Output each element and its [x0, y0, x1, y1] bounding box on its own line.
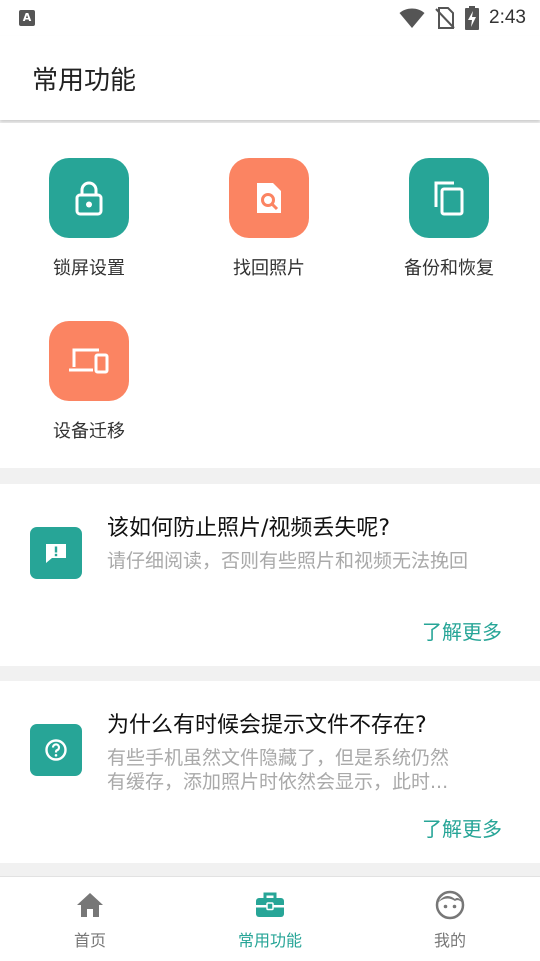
status-bar: A 2:43 — [0, 0, 540, 36]
nav-home[interactable]: 首页 — [0, 877, 180, 961]
learn-more-link[interactable]: 了解更多 — [422, 813, 502, 842]
feature-backup-restore[interactable]: 备份和恢复 — [379, 158, 519, 280]
nav-label: 我的 — [433, 931, 466, 950]
help-icon — [30, 724, 82, 776]
card-description-line2: 有缓存，添加照片时依然会显示，此时... — [107, 771, 449, 793]
feature-label: 找回照片 — [233, 258, 305, 279]
tip-card-file-missing[interactable]: 为什么有时候会提示文件不存在? 有些手机虽然文件隐藏了，但是系统仍然 有缓存，添… — [0, 681, 540, 863]
nav-label: 首页 — [73, 931, 106, 950]
notification-a-icon: A — [19, 10, 35, 26]
feature-device-migration[interactable]: 设备迁移 — [19, 321, 159, 443]
card-title: 为什么有时候会提示文件不存在? — [107, 713, 427, 738]
feature-label: 设备迁移 — [53, 421, 125, 442]
card-description-line1: 有些手机虽然文件隐藏了，但是系统仍然 — [107, 747, 450, 769]
feature-recover-photos[interactable]: 找回照片 — [199, 158, 339, 280]
tip-card-prevent-loss[interactable]: 该如何防止照片/视频丢失呢? 请仔细阅读，否则有些照片和视频无法挽回 了解更多 — [0, 484, 540, 666]
app-bar: 常用功能 — [0, 36, 540, 120]
wifi-icon — [399, 8, 425, 28]
page-title: 常用功能 — [32, 66, 137, 96]
no-sim-icon — [435, 7, 455, 29]
home-icon — [77, 893, 103, 917]
bottom-navigation: 首页 常用功能 我的 — [0, 876, 540, 961]
feature-lock-screen[interactable]: 锁屏设置 — [19, 158, 159, 280]
nav-mine[interactable]: 我的 — [360, 877, 540, 961]
photo-search-icon — [229, 158, 309, 238]
toolbox-icon — [256, 892, 284, 917]
learn-more-link[interactable]: 了解更多 — [422, 616, 502, 645]
feature-label: 锁屏设置 — [53, 258, 125, 279]
feature-grid: 锁屏设置 找回照片 备份和恢复 设备迁移 — [0, 123, 540, 468]
card-title: 该如何防止照片/视频丢失呢? — [107, 516, 391, 541]
battery-charging-icon — [465, 6, 480, 30]
lock-icon — [49, 158, 129, 238]
card-description: 请仔细阅读，否则有些照片和视频无法挽回 — [107, 550, 469, 572]
profile-face-icon — [435, 890, 465, 920]
alert-message-icon — [30, 527, 82, 579]
nav-label: 常用功能 — [237, 931, 302, 950]
nav-common-functions[interactable]: 常用功能 — [180, 877, 360, 961]
feature-label: 备份和恢复 — [404, 258, 494, 279]
devices-icon — [49, 321, 129, 401]
copy-icon — [409, 158, 489, 238]
clock-time: 2:43 — [489, 7, 526, 28]
